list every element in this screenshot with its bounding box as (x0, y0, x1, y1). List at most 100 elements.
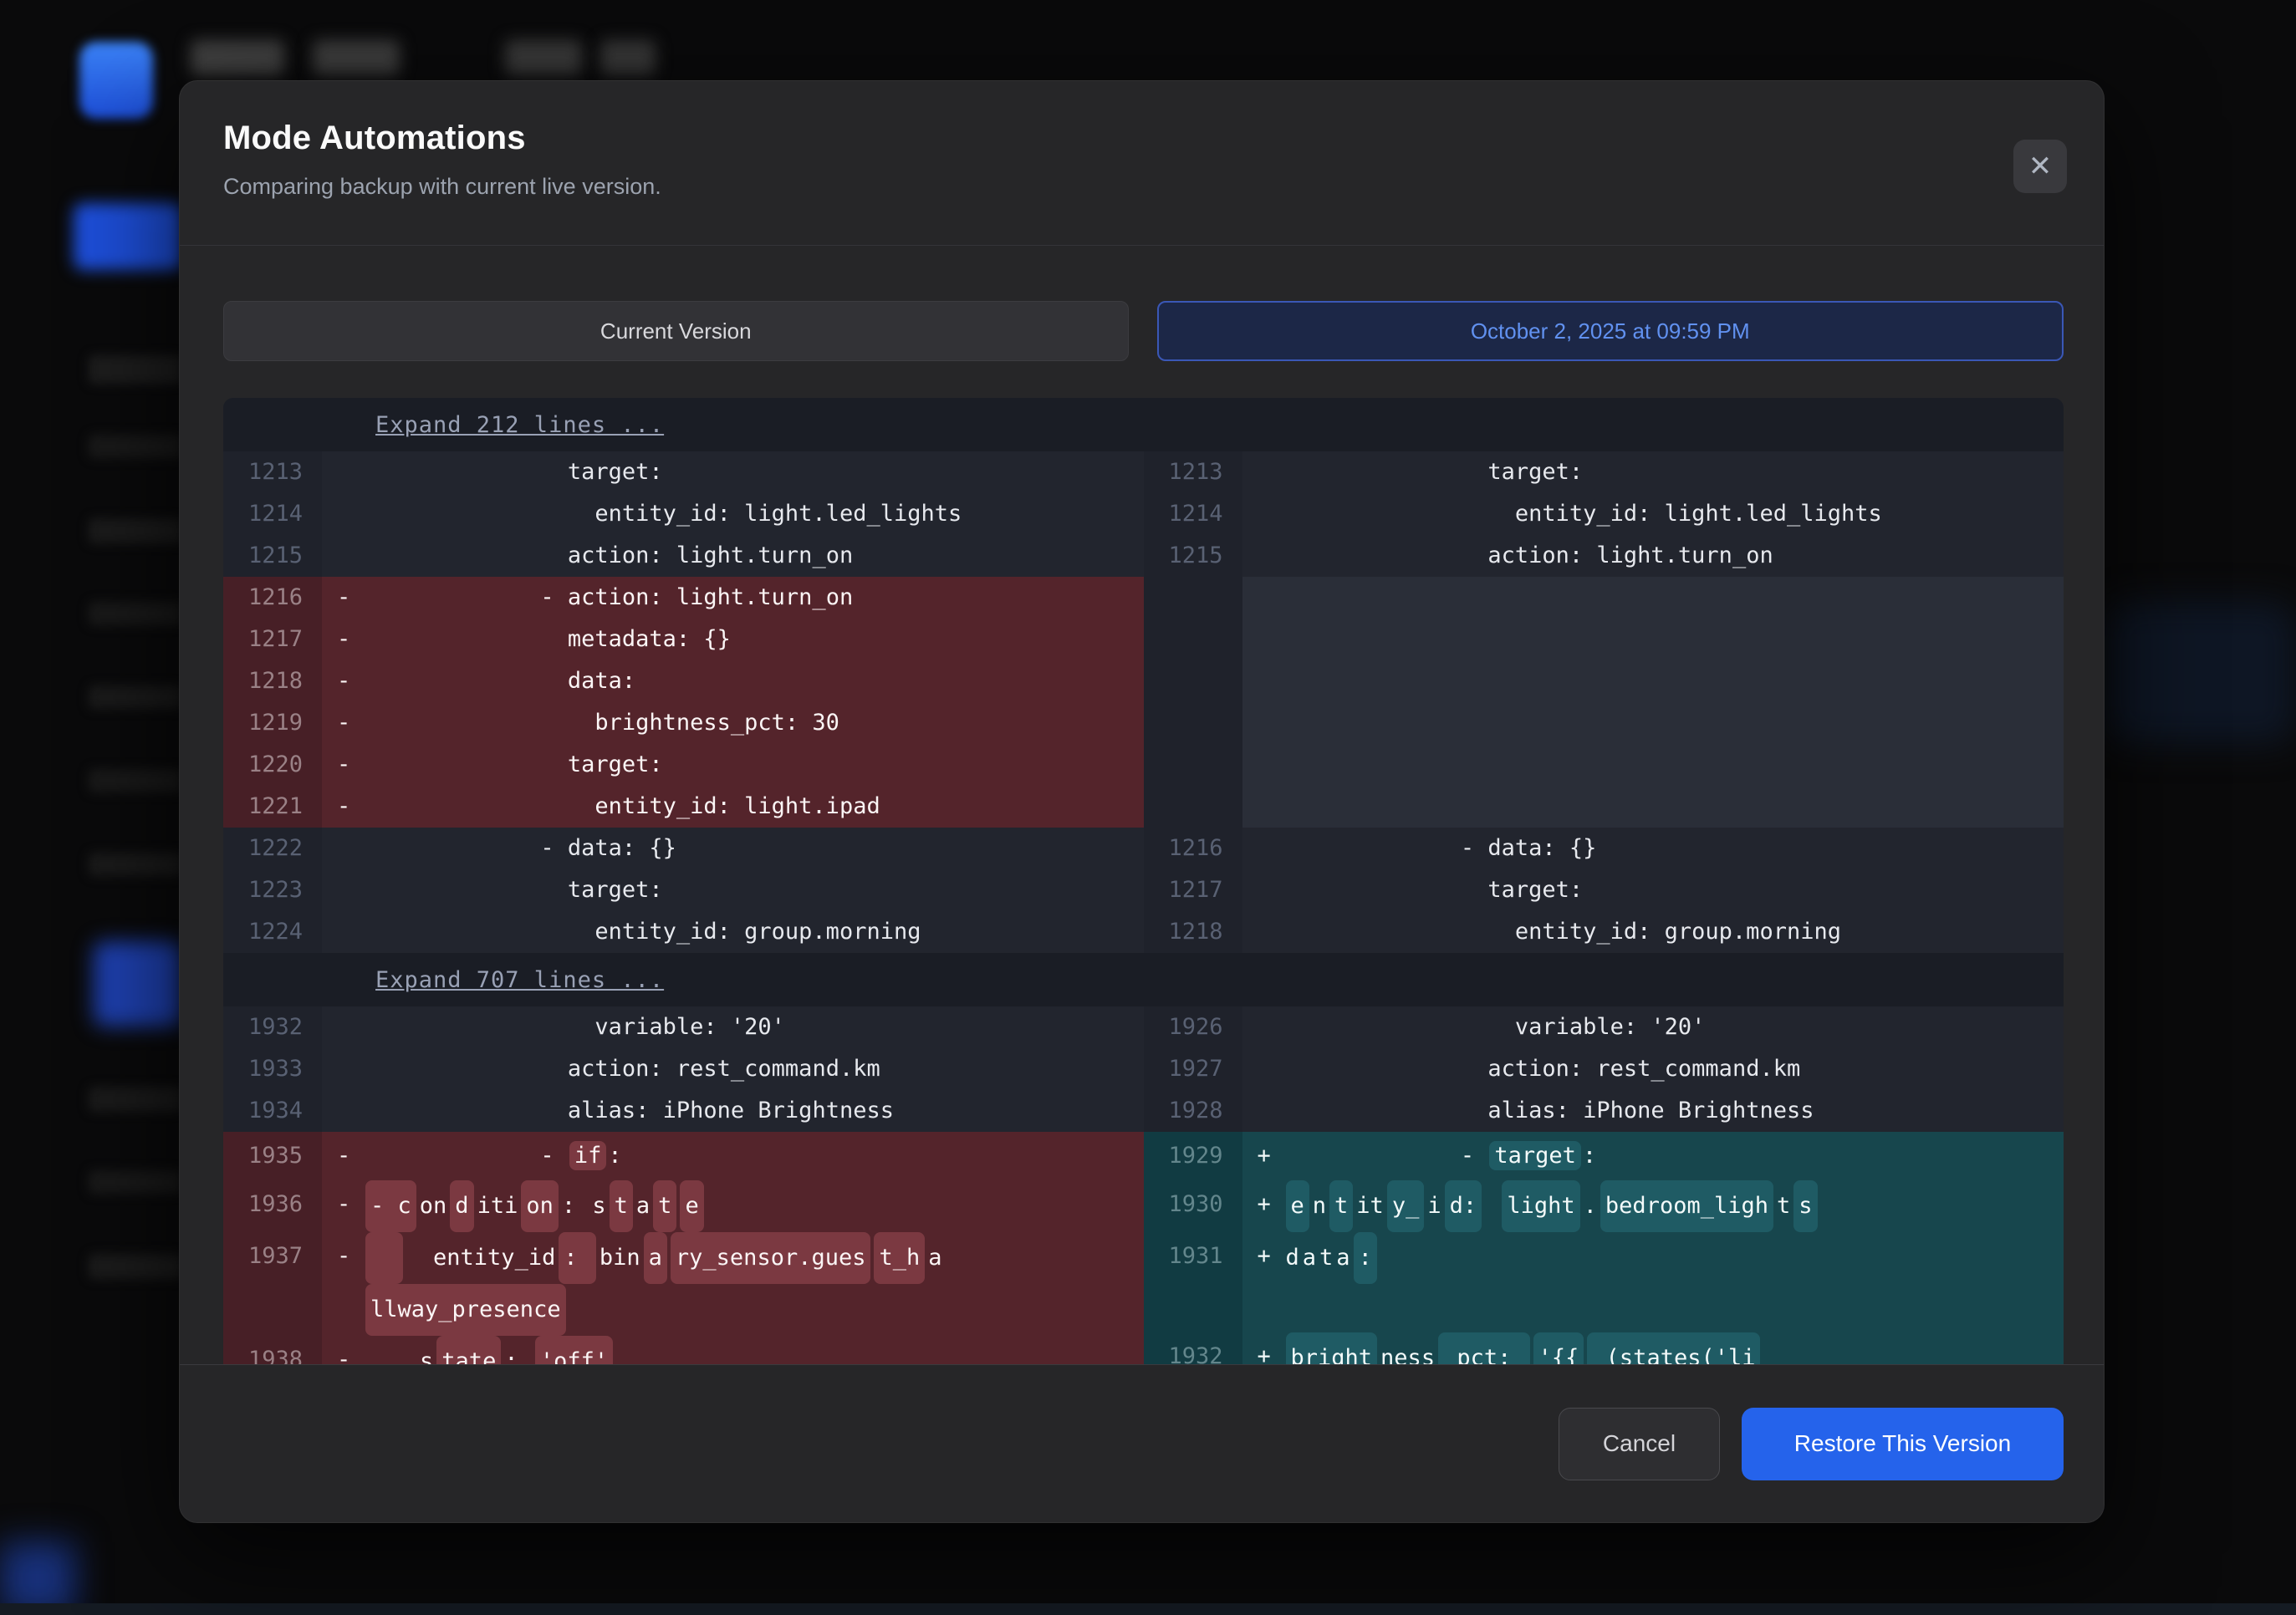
code-segment: entity_id: light.led_lights (364, 501, 962, 527)
line-number: 1222 (223, 828, 322, 869)
diff-line-left-1214: 1214 entity_id: light.led_lights (223, 493, 1144, 535)
code-line: target: (364, 744, 1144, 786)
expand-lines-link[interactable]: Expand 707 lines ... (375, 967, 664, 993)
line-number: 1224 (223, 911, 322, 953)
code-line: entity_id: light.bedroom_lights (1284, 1180, 2064, 1232)
diff-marker (322, 535, 364, 577)
code-segment: - (1284, 1143, 1488, 1169)
line-number: 1220 (223, 744, 322, 786)
line-number: 1217 (223, 619, 322, 660)
code-line: entity_id: light.led_lights (1284, 493, 2064, 535)
code-segment: a (1336, 1234, 1350, 1282)
diff-chunk: a (644, 1232, 667, 1284)
diff-line-right-1928: 1928 alias: iPhone Brightness (1144, 1090, 2064, 1132)
diff-marker (1242, 451, 1284, 493)
diff-marker (322, 451, 364, 493)
code-text: variable: '20' (364, 1006, 1144, 1048)
code-segment: target: (364, 877, 663, 903)
code-segment: bin (600, 1234, 640, 1282)
code-text: entity_id: group.morning (364, 911, 1144, 953)
diff-chunk (365, 1232, 403, 1284)
code-segment: - action: light.turn_on (364, 584, 853, 610)
diff-marker (1242, 535, 1284, 577)
code-line: alias: iPhone Brightness (364, 1090, 1144, 1132)
line-number: 1215 (223, 535, 322, 577)
diff-chunk: - c (365, 1180, 416, 1232)
code-text: brightness_pct: 30 (364, 702, 1144, 744)
app-logo-blurred (79, 42, 153, 119)
close-button[interactable]: ✕ (2013, 140, 2067, 193)
list-row-blurred (89, 602, 182, 625)
code-segment: action: light.turn_on (364, 543, 853, 568)
diff-marker: - (322, 577, 364, 619)
code-text: metadata: {} (364, 619, 1144, 660)
diff-line-right-1931: 1931+data: (1144, 1232, 2064, 1284)
line-number: 1935 (223, 1132, 322, 1180)
page-title-blurred (191, 40, 284, 75)
line-number: 1930 (1144, 1180, 1242, 1232)
diff-marker: - (322, 1336, 364, 1365)
code-segment: target: (1284, 459, 1584, 485)
restore-version-button[interactable]: Restore This Version (1742, 1408, 2064, 1480)
code-line: - if: (364, 1132, 1144, 1180)
diff-line-left-1936: 1936-- condition: state (223, 1180, 1144, 1232)
diff-marker: + (1242, 1332, 1284, 1365)
code-segment: : (608, 1143, 621, 1169)
backup-version-button[interactable]: October 2, 2025 at 09:59 PM (1157, 301, 2064, 361)
bottom-bar-blurred (0, 1603, 2296, 1615)
code-text: state: 'off' (364, 1336, 1144, 1365)
diff-marker (1242, 493, 1284, 535)
current-version-button[interactable]: Current Version (223, 301, 1129, 361)
code-text: target: (364, 451, 1144, 493)
diff-panels: 1213 target:1214 entity_id: light.led_li… (223, 451, 2064, 953)
diff-viewer: Expand 212 lines ... 1213 target:1214 ent… (223, 398, 2064, 1365)
diff-line-right-1215: 1215 action: light.turn_on (1144, 535, 2064, 577)
expand-row: Expand 707 lines ... (223, 953, 2064, 1006)
diff-chunk: bedroom_ligh (1600, 1180, 1773, 1232)
code-line: entity_id: light.led_lights (364, 493, 1144, 535)
diff-marker (322, 1048, 364, 1090)
code-segment: - data: {} (364, 835, 676, 861)
diff-line-left-1217: 1217- metadata: {} (223, 619, 1144, 660)
diff-line-right (1144, 577, 2064, 828)
code-text: - if: (364, 1132, 1144, 1180)
code-segment: action: light.turn_on (1284, 543, 1773, 568)
line-number: 1217 (1144, 869, 1242, 911)
code-line: - action: light.turn_on (364, 577, 1144, 619)
code-segment: d (1286, 1234, 1299, 1282)
code-segment: metadata: {} (364, 626, 731, 652)
line-number: 1931 (1144, 1232, 1242, 1284)
diff-marker (1242, 1284, 1284, 1332)
diff-line-right (1144, 1284, 2064, 1332)
diff-panel-left: 1213 target:1214 entity_id: light.led_li… (223, 451, 1144, 953)
diff-chunk: (states('li (1587, 1332, 1760, 1365)
code-segment: . (1584, 1182, 1597, 1230)
list-row-blurred (89, 435, 182, 458)
code-text: action: light.turn_on (1284, 535, 2064, 577)
line-number: 1929 (1144, 1132, 1242, 1180)
line-number: 1223 (223, 869, 322, 911)
diff-chunk: : (1354, 1232, 1377, 1284)
diff-marker: - (322, 619, 364, 660)
cancel-button[interactable]: Cancel (1559, 1408, 1720, 1480)
expand-lines-link[interactable]: Expand 212 lines ... (375, 412, 664, 438)
code-text: entity_id: group.morning (1284, 911, 2064, 953)
code-line: - data: {} (1284, 828, 2064, 869)
diff-marker: - (322, 744, 364, 786)
code-segment: variable: '20' (364, 1014, 785, 1040)
diff-marker (322, 828, 364, 869)
diff-chunk: llway_presence (365, 1284, 566, 1336)
expand-row: Expand 212 lines ... (223, 398, 2064, 451)
page-title-blurred (600, 40, 656, 75)
code-segment: data: (364, 668, 635, 694)
diff-chunk: light (1502, 1180, 1579, 1232)
code-segment: iti (477, 1182, 518, 1230)
diff-chunk: '{{ (1533, 1332, 1584, 1365)
code-text: data: (1284, 1232, 2064, 1284)
code-segment: target: (1284, 877, 1584, 903)
version-selector: Current Version October 2, 2025 at 09:59… (223, 301, 2064, 361)
wrap-spacer (1284, 1284, 2064, 1332)
diff-chunk: tate (436, 1336, 501, 1365)
diff-chunk: y_ (1387, 1180, 1425, 1232)
code-segment: target: (364, 751, 663, 777)
